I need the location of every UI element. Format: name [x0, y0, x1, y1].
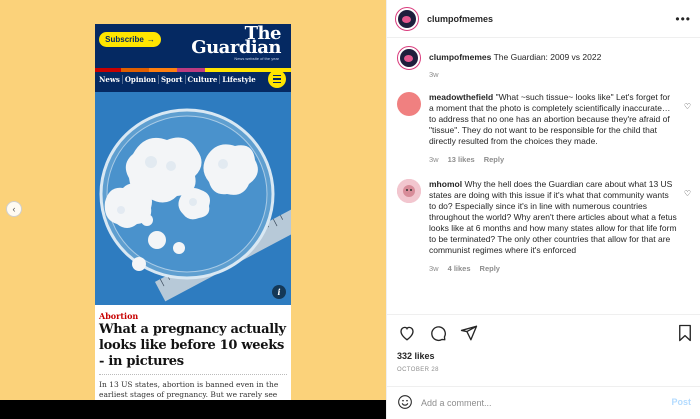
subscribe-button: Subscribe → — [99, 32, 161, 47]
comment-text: Why the hell does the Guardian care abou… — [429, 179, 677, 255]
caption-text: The Guardian: 2009 vs 2022 — [493, 52, 602, 62]
nav-lifestyle: Lifestyle — [222, 75, 256, 84]
reply-button[interactable]: Reply — [484, 154, 504, 165]
heart-outline-icon[interactable]: ♡ — [684, 189, 691, 198]
comments-list[interactable]: clumpofmemes The Guardian: 2009 vs 2022 … — [387, 38, 700, 314]
article-kicker: Abortion — [99, 311, 139, 321]
info-icon: i — [272, 285, 286, 299]
section-color-stripes — [95, 68, 291, 72]
guardian-tagline: News website of the year — [234, 56, 279, 61]
add-comment-bar: Post — [387, 386, 700, 419]
caption: clumpofmemes The Guardian: 2009 vs 2022 … — [397, 46, 691, 80]
heart-outline-icon[interactable]: ♡ — [684, 102, 691, 111]
comment-item: meadowthefield "What ~such tissue~ looks… — [397, 92, 691, 165]
header-username[interactable]: clumpofmemes — [427, 14, 493, 24]
post-button[interactable]: Post — [671, 397, 691, 407]
logo-line-2: Guardian — [191, 37, 281, 58]
article-headline: What a pregnancy actually looks like bef… — [99, 322, 286, 369]
avatar[interactable] — [395, 6, 419, 31]
petri-dish-illustration — [95, 92, 291, 305]
comment-avatar[interactable] — [397, 179, 421, 203]
post-header: clumpofmemes ••• — [387, 0, 700, 38]
chevron-left-icon: ‹ — [12, 204, 16, 214]
hamburger-menu-icon — [268, 70, 286, 88]
emoji-smiley-icon[interactable] — [397, 394, 413, 412]
caption-time[interactable]: 3w — [429, 69, 439, 80]
comment-time[interactable]: 3w — [429, 154, 439, 165]
face-avatar-icon — [397, 179, 421, 203]
comment-avatar[interactable] — [397, 92, 421, 116]
bookmark-icon[interactable] — [675, 323, 695, 343]
reply-button[interactable]: Reply — [480, 263, 500, 274]
avatar[interactable] — [397, 46, 421, 70]
more-options-icon[interactable]: ••• — [675, 12, 691, 26]
comment-username[interactable]: mhomol — [429, 179, 462, 189]
comment-item: mhomol Why the hell does the Guardian ca… — [397, 179, 691, 274]
comment-likes[interactable]: 4 likes — [448, 263, 471, 274]
likes-count[interactable]: 332 likes — [397, 351, 435, 361]
article-standfirst: In 13 US states, abortion is banned even… — [99, 380, 279, 400]
comment-input[interactable] — [421, 398, 651, 408]
share-paper-plane-icon[interactable] — [459, 323, 479, 343]
previous-image-button[interactable]: ‹ — [6, 201, 22, 217]
post-date: OCTOBER 28 — [397, 367, 439, 373]
guardian-logo: The Guardian — [191, 25, 281, 58]
guardian-article-screenshot: Subscribe → The Guardian News website of… — [95, 24, 291, 400]
caption-username[interactable]: clumpofmemes — [429, 52, 491, 62]
nav-culture: Culture — [186, 75, 221, 84]
comment-username[interactable]: meadowthefield — [429, 92, 493, 102]
nav-opinion: Opinion — [123, 75, 159, 84]
post-side-panel: clumpofmemes ••• clumpofmemes The Guardi… — [386, 0, 700, 419]
comment-likes[interactable]: 13 likes — [448, 154, 475, 165]
nav-sport: Sport — [159, 75, 186, 84]
nav-news: News — [97, 75, 123, 84]
guardian-nav: News Opinion Sport Culture Lifestyle — [97, 75, 258, 84]
divider — [99, 374, 287, 375]
like-heart-icon[interactable] — [397, 323, 417, 343]
petri-dish-photo: i — [95, 92, 291, 305]
subscribe-label: Subscribe — [105, 35, 144, 44]
post-media: ‹ Subscribe → The Guardian News website … — [0, 0, 386, 419]
comment-time[interactable]: 3w — [429, 263, 439, 274]
comment-bubble-icon[interactable] — [428, 323, 448, 343]
arrow-right-icon: → — [146, 35, 155, 44]
